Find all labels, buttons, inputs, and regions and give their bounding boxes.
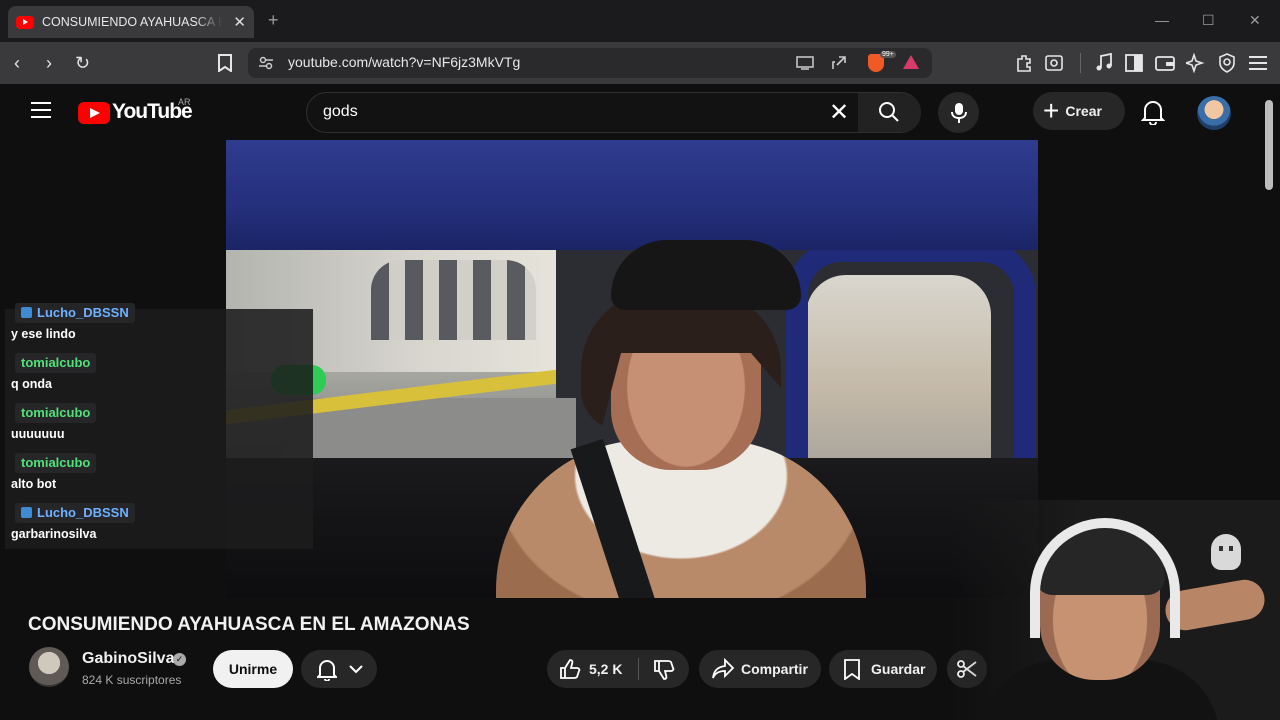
close-tab-icon[interactable]: ✕ — [233, 13, 246, 31]
wallet-icon[interactable] — [1155, 54, 1175, 72]
chat-username: tomialcubo — [15, 453, 97, 473]
like-count[interactable]: 5,2 K — [589, 661, 622, 677]
forward-icon[interactable]: › — [46, 52, 52, 74]
search-icon[interactable] — [878, 101, 900, 123]
save-icon — [844, 659, 860, 680]
chat-message: tomialcubo uuuuuuu — [5, 399, 315, 449]
chat-text: alto bot — [11, 477, 57, 491]
chat-username: tomialcubo — [15, 403, 97, 423]
pill-divider — [638, 658, 639, 680]
leo-icon[interactable] — [1186, 53, 1206, 73]
chat-message: Lucho_DBSSN y ese lindo — [5, 303, 315, 349]
chat-message: tomialcubo q onda — [5, 349, 315, 399]
country-code: AR — [178, 97, 191, 107]
screenshot-icon[interactable] — [1045, 54, 1063, 72]
browser-tab[interactable]: CONSUMIENDO AYAHUASCA EN EL AMAZONAS ✕ — [8, 6, 254, 38]
chat-username: tomialcubo — [15, 353, 97, 373]
mic-icon — [951, 103, 967, 123]
close-window-icon[interactable]: ✕ — [1249, 12, 1261, 29]
chat-message: tomialcubo alto bot — [5, 449, 315, 499]
bell-icon — [317, 660, 337, 681]
video-frame-cap — [611, 240, 801, 310]
hamburger-icon[interactable] — [31, 102, 51, 118]
youtube-favicon-icon — [16, 15, 34, 29]
reload-icon[interactable]: ↻ — [75, 52, 90, 74]
youtube-header: YouTube AR gods ✕ + Crear — [5, 84, 1262, 140]
browser-tab-bar: CONSUMIENDO AYAHUASCA EN EL AMAZONAS ✕ +… — [0, 0, 1280, 42]
chat-text: uuuuuuu — [11, 427, 65, 441]
back-icon[interactable]: ‹ — [14, 52, 20, 74]
chat-text: y ese lindo — [11, 327, 76, 341]
brave-rewards-icon[interactable] — [903, 55, 919, 69]
brave-shields-badge: 99+ — [880, 51, 896, 58]
new-tab-icon[interactable]: + — [268, 10, 279, 31]
minimize-icon[interactable]: — — [1155, 12, 1169, 28]
share-page-icon[interactable] — [830, 54, 848, 72]
sidebar-icon[interactable] — [1125, 54, 1143, 72]
dislike-icon[interactable] — [653, 659, 675, 681]
like-dislike-group: 5,2 K — [547, 650, 689, 688]
save-label: Guardar — [871, 661, 926, 677]
badge-icon — [21, 307, 32, 318]
menu-icon[interactable] — [1249, 55, 1267, 71]
clear-search-icon[interactable]: ✕ — [829, 98, 849, 127]
chat-text: q onda — [11, 377, 52, 391]
chevron-down-icon — [349, 665, 363, 674]
chat-message: Lucho_DBSSN garbarinosilva — [5, 499, 315, 549]
channel-name[interactable]: GabinoSilva — [82, 650, 174, 668]
streamer-facecam — [950, 500, 1280, 720]
ghost-emote-icon — [1211, 534, 1241, 570]
chat-username: Lucho_DBSSN — [15, 303, 135, 323]
site-info-icon[interactable] — [258, 55, 274, 71]
notification-settings-button[interactable] — [301, 650, 377, 688]
media-icon[interactable] — [1095, 53, 1113, 73]
tab-title: CONSUMIENDO AYAHUASCA EN EL AMAZONAS — [42, 15, 222, 29]
share-button[interactable]: Compartir — [699, 650, 821, 688]
share-label: Compartir — [741, 661, 808, 677]
share-icon — [712, 658, 735, 679]
plus-icon: + — [1043, 95, 1060, 126]
create-label: Crear — [1065, 103, 1102, 119]
toolbar-divider — [1080, 53, 1081, 73]
badge-icon — [21, 507, 32, 518]
chat-text: garbarinosilva — [11, 527, 97, 541]
channel-avatar[interactable] — [29, 647, 69, 687]
extensions-icon[interactable] — [1014, 53, 1034, 73]
video-title: CONSUMIENDO AYAHUASCA EN EL AMAZONAS — [28, 614, 470, 635]
scrollbar-thumb[interactable] — [1265, 100, 1273, 190]
vpn-icon[interactable] — [1218, 53, 1236, 73]
voice-search-button[interactable] — [938, 92, 979, 133]
youtube-logo-icon[interactable] — [78, 102, 110, 124]
video-player[interactable] — [226, 140, 1038, 598]
verified-icon: ✓ — [173, 653, 186, 666]
create-button[interactable]: + Crear — [1033, 92, 1125, 130]
video-frame-arches — [371, 260, 536, 340]
chat-username: Lucho_DBSSN — [15, 503, 135, 523]
join-button[interactable]: Unirme — [213, 650, 293, 688]
cast-icon[interactable] — [796, 55, 814, 71]
bell-icon[interactable] — [1141, 99, 1165, 125]
bookmark-icon[interactable] — [217, 54, 233, 72]
maximize-icon[interactable]: ☐ — [1202, 12, 1215, 29]
video-frame-roof — [226, 140, 1038, 250]
save-button[interactable]: Guardar — [829, 650, 937, 688]
url-text[interactable]: youtube.com/watch?v=NF6jz3MkVTg — [288, 54, 520, 70]
search-input-value[interactable]: gods — [323, 103, 358, 121]
subscriber-count: 824 K suscriptores — [82, 673, 182, 687]
like-icon[interactable] — [559, 658, 581, 680]
account-avatar[interactable] — [1197, 96, 1231, 130]
